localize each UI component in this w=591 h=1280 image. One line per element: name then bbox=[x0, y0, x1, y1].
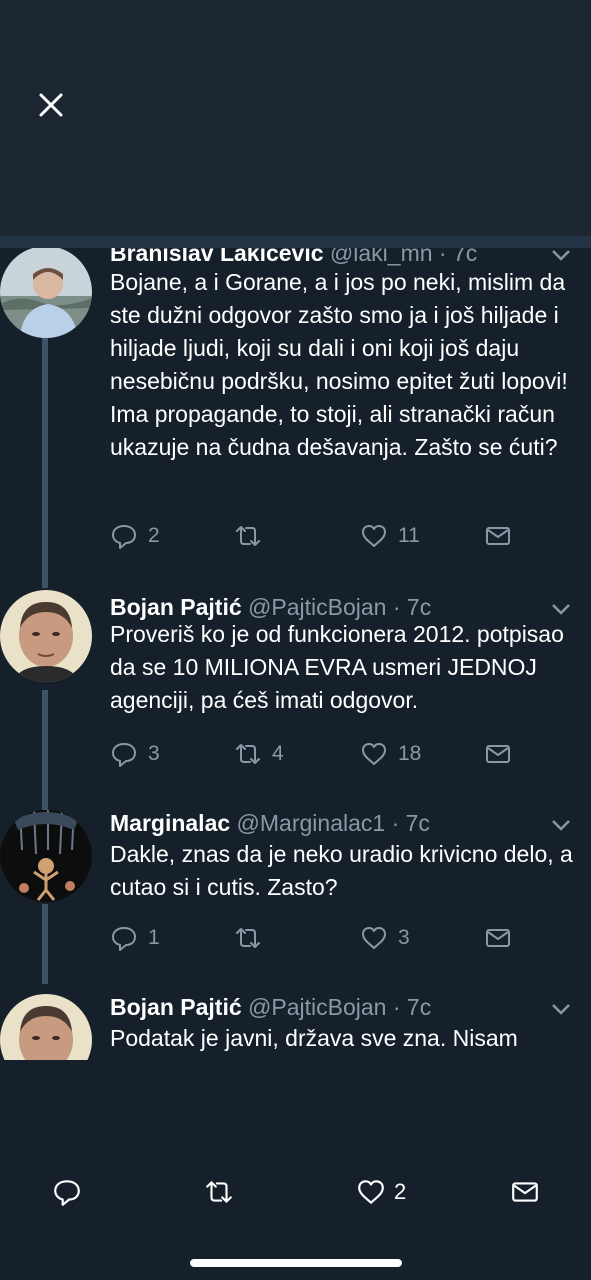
share-icon bbox=[512, 1182, 538, 1202]
tweet-time: · 7c bbox=[392, 594, 432, 620]
author-handle[interactable]: @PajticBojan bbox=[248, 994, 386, 1020]
share-icon bbox=[486, 929, 510, 947]
tweet-menu-button[interactable] bbox=[551, 248, 571, 262]
author-handle[interactable]: @Marginalac1 bbox=[237, 810, 386, 836]
like-button[interactable]: 2 bbox=[356, 1176, 406, 1208]
tweet-menu-button[interactable] bbox=[551, 818, 571, 832]
retweet-icon bbox=[236, 744, 260, 764]
tweet-header: Bojan Pajtić @PajticBojan · 7c bbox=[110, 594, 551, 621]
retweet-button[interactable] bbox=[234, 520, 272, 552]
retweet-icon bbox=[236, 928, 260, 948]
tweet-text: Proveriš ko je od funkcionera 2012. potp… bbox=[110, 621, 564, 713]
tweet-menu-button[interactable] bbox=[551, 602, 571, 616]
like-count: 18 bbox=[398, 742, 422, 765]
tweet-text: Podatak je javni, država sve zna. Nisam bbox=[110, 1025, 518, 1051]
media-viewer-action-bar: 2 bbox=[0, 1160, 591, 1224]
reply-thread[interactable]: Branislav Lakićević @laki_mn · 7c Bojane… bbox=[0, 248, 591, 1060]
like-button[interactable]: 18 bbox=[360, 738, 421, 770]
chevron-down-icon bbox=[552, 604, 570, 615]
close-icon bbox=[39, 93, 63, 117]
tweet-text: Dakle, znas da je neko uradio krivicno d… bbox=[110, 841, 573, 900]
tweet-actions: 2 11 bbox=[110, 520, 540, 552]
share-icon bbox=[486, 527, 510, 545]
reply-icon bbox=[112, 927, 136, 951]
reply-count: 1 bbox=[148, 926, 160, 949]
close-button[interactable] bbox=[34, 88, 68, 122]
author-handle[interactable]: @PajticBojan bbox=[248, 594, 386, 620]
share-button[interactable] bbox=[484, 738, 512, 770]
reply-button[interactable]: 3 bbox=[110, 738, 160, 770]
share-button[interactable] bbox=[484, 520, 512, 552]
reply-icon bbox=[54, 1180, 80, 1206]
author-name[interactable]: Bojan Pajtić bbox=[110, 994, 242, 1020]
retweet-icon bbox=[236, 526, 260, 546]
like-button[interactable]: 3 bbox=[360, 922, 410, 954]
tweet-time: · 7c bbox=[438, 248, 478, 266]
avatar[interactable] bbox=[0, 810, 92, 902]
author-name[interactable]: Branislav Lakićević bbox=[110, 248, 324, 266]
avatar[interactable] bbox=[0, 248, 92, 338]
reply-count: 3 bbox=[148, 742, 160, 765]
like-button[interactable]: 11 bbox=[360, 520, 420, 552]
tweet-time: · 7c bbox=[392, 994, 432, 1020]
like-icon bbox=[358, 1180, 384, 1204]
like-count: 11 bbox=[398, 524, 420, 547]
like-count: 3 bbox=[398, 926, 410, 949]
retweet-button[interactable]: 4 bbox=[234, 738, 284, 770]
retweet-count: 4 bbox=[272, 742, 284, 765]
reply-icon bbox=[112, 743, 136, 767]
like-icon bbox=[362, 525, 386, 547]
media-viewer-top-bar bbox=[0, 0, 591, 236]
like-count: 2 bbox=[394, 1179, 407, 1204]
author-name[interactable]: Marginalac bbox=[110, 810, 230, 836]
tweet-actions: 3 4 18 bbox=[110, 738, 540, 770]
tweet-text: Bojane, a i Gorane, a i jos po neki, mis… bbox=[110, 269, 568, 460]
avatar[interactable] bbox=[0, 994, 92, 1060]
tweet-header: Bojan Pajtić @PajticBojan · 7c bbox=[110, 994, 551, 1021]
thread-line bbox=[42, 334, 48, 588]
like-icon bbox=[362, 743, 386, 765]
chevron-down-icon bbox=[552, 250, 570, 261]
retweet-button[interactable] bbox=[204, 1176, 234, 1208]
author-name[interactable]: Bojan Pajtić bbox=[110, 594, 242, 620]
home-indicator[interactable] bbox=[190, 1259, 402, 1267]
tweet-header: Marginalac @Marginalac1 · 7c bbox=[110, 810, 551, 837]
thread-line bbox=[42, 904, 48, 984]
reply-count: 2 bbox=[148, 524, 160, 547]
reply-button[interactable]: 2 bbox=[110, 520, 160, 552]
retweet-icon bbox=[206, 1181, 232, 1203]
reply-icon bbox=[112, 525, 136, 549]
chevron-down-icon bbox=[552, 820, 570, 831]
reply-button[interactable] bbox=[52, 1176, 82, 1208]
tweet-actions: 1 3 bbox=[110, 922, 540, 954]
like-icon bbox=[362, 927, 386, 949]
reply-button[interactable]: 1 bbox=[110, 922, 160, 954]
share-icon bbox=[486, 745, 510, 763]
author-handle[interactable]: @laki_mn bbox=[330, 248, 433, 266]
retweet-button[interactable] bbox=[234, 922, 272, 954]
thread-line bbox=[42, 690, 48, 810]
tweet-time: · 7c bbox=[391, 810, 430, 836]
tweet-menu-button[interactable] bbox=[551, 1002, 571, 1016]
top-divider bbox=[0, 236, 591, 248]
share-button[interactable] bbox=[484, 922, 512, 954]
chevron-down-icon bbox=[552, 1004, 570, 1015]
share-button[interactable] bbox=[510, 1176, 540, 1208]
tweet-header: Branislav Lakićević @laki_mn · 7c bbox=[110, 248, 551, 267]
avatar[interactable] bbox=[0, 590, 92, 682]
